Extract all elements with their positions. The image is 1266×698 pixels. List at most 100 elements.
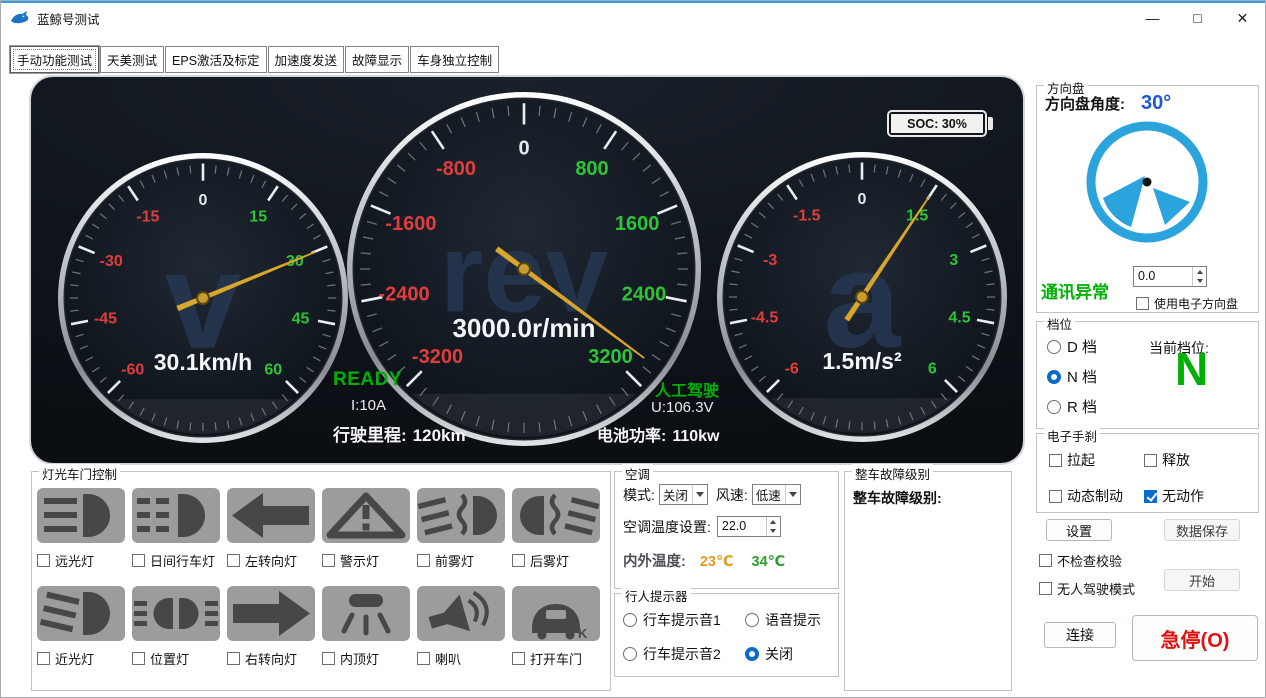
low-beam-button[interactable] bbox=[37, 586, 125, 641]
skip-verification-checkbox[interactable] bbox=[1039, 554, 1052, 567]
radio-icon[interactable] bbox=[745, 613, 759, 627]
right-turn-option[interactable]: 右转向灯 bbox=[227, 649, 297, 668]
skip-verification-option[interactable]: 不检查校验 bbox=[1039, 551, 1122, 570]
handbrake-checkbox[interactable] bbox=[1144, 490, 1157, 503]
handbrake-option-2[interactable]: 动态制动 bbox=[1049, 486, 1144, 506]
light-label: 后雾灯 bbox=[530, 551, 569, 570]
tab-3[interactable]: 加速度发送 bbox=[268, 46, 345, 73]
maximize-icon[interactable]: □ bbox=[1175, 3, 1220, 33]
connect-button[interactable]: 连接 bbox=[1044, 622, 1116, 648]
open-door-checkbox[interactable] bbox=[512, 652, 525, 665]
radio-icon[interactable] bbox=[623, 613, 637, 627]
handbrake-option-0[interactable]: 拉起 bbox=[1049, 450, 1144, 470]
daytime-running-light-checkbox[interactable] bbox=[132, 554, 145, 567]
svg-text:-800: -800 bbox=[436, 158, 476, 180]
ac-temp-input[interactable]: 22.0 bbox=[717, 516, 781, 537]
emergency-stop-button[interactable]: 急停(O) bbox=[1132, 615, 1258, 661]
handbrake-option-3[interactable]: 无动作 bbox=[1144, 486, 1250, 506]
dome-light-option[interactable]: 内顶灯 bbox=[322, 649, 379, 668]
radio-icon[interactable] bbox=[623, 647, 637, 661]
horn-checkbox[interactable] bbox=[417, 652, 430, 665]
left-turn-option[interactable]: 左转向灯 bbox=[227, 551, 297, 570]
front-fog-checkbox[interactable] bbox=[417, 554, 430, 567]
settings-button[interactable]: 设置 bbox=[1046, 519, 1112, 541]
spinner-buttons bbox=[766, 517, 780, 536]
radio-icon[interactable] bbox=[1047, 340, 1061, 354]
gear-option-2[interactable]: R 档 bbox=[1047, 396, 1097, 417]
steering-group: 方向盘 方向盘角度: 30° 通讯异常 0.0 使用电子方向盘 bbox=[1036, 85, 1259, 313]
ac-fan-select[interactable]: 低速 bbox=[752, 484, 801, 505]
high-beam-button[interactable] bbox=[37, 488, 125, 543]
spin-down-icon[interactable] bbox=[1193, 277, 1206, 287]
mileage-label: 行驶里程: bbox=[333, 426, 407, 445]
front-fog-button[interactable] bbox=[417, 488, 505, 543]
low-beam-option[interactable]: 近光灯 bbox=[37, 649, 94, 668]
handbrake-option-1[interactable]: 释放 bbox=[1144, 450, 1250, 470]
ac-mode-select[interactable]: 关闭 bbox=[659, 484, 708, 505]
tab-0[interactable]: 手动功能测试 bbox=[10, 46, 99, 73]
close-icon[interactable]: ✕ bbox=[1220, 3, 1265, 33]
radio-icon[interactable] bbox=[1047, 400, 1061, 414]
handbrake-checkbox[interactable] bbox=[1049, 454, 1062, 467]
horn-option[interactable]: 喇叭 bbox=[417, 649, 461, 668]
pedestrian-option-3[interactable]: 关闭 bbox=[745, 644, 821, 664]
position-light-checkbox[interactable] bbox=[132, 652, 145, 665]
handbrake-checkbox[interactable] bbox=[1144, 454, 1157, 467]
spin-up-icon[interactable] bbox=[1193, 267, 1206, 277]
use-electronic-steering-label: 使用电子方向盘 bbox=[1154, 295, 1238, 312]
hazard-warning-option[interactable]: 警示灯 bbox=[322, 551, 379, 570]
dome-light-button[interactable] bbox=[322, 586, 410, 641]
pedestrian-option-label: 行车提示音2 bbox=[643, 644, 721, 664]
daytime-running-light-option[interactable]: 日间行车灯 bbox=[132, 551, 215, 570]
right-turn-checkbox[interactable] bbox=[227, 652, 240, 665]
right-turn-button[interactable] bbox=[227, 586, 315, 641]
high-beam-option[interactable]: 远光灯 bbox=[37, 551, 94, 570]
high-beam-checkbox[interactable] bbox=[37, 554, 50, 567]
tab-5[interactable]: 车身独立控制 bbox=[410, 46, 499, 73]
horn-icon bbox=[417, 586, 505, 641]
minimize-icon[interactable]: — bbox=[1130, 3, 1175, 33]
handbrake-checkbox[interactable] bbox=[1049, 490, 1062, 503]
tab-4[interactable]: 故障显示 bbox=[345, 46, 409, 73]
open-door-button[interactable]: K bbox=[512, 586, 600, 641]
gear-option-0[interactable]: D 档 bbox=[1047, 336, 1097, 357]
pedestrian-option-1[interactable]: 语音提示 bbox=[745, 610, 821, 630]
driverless-mode-option[interactable]: 无人驾驶模式 bbox=[1039, 579, 1135, 598]
svg-text:-15: -15 bbox=[136, 209, 159, 226]
horn-button[interactable] bbox=[417, 586, 505, 641]
gear-option-1[interactable]: N 档 bbox=[1047, 366, 1097, 387]
rear-fog-checkbox[interactable] bbox=[512, 554, 525, 567]
front-fog-option[interactable]: 前雾灯 bbox=[417, 551, 474, 570]
low-beam-checkbox[interactable] bbox=[37, 652, 50, 665]
rear-fog-button[interactable] bbox=[512, 488, 600, 543]
hazard-warning-button[interactable] bbox=[322, 488, 410, 543]
light-cell-0: 远光灯 bbox=[37, 488, 132, 570]
position-light-option[interactable]: 位置灯 bbox=[132, 649, 189, 668]
left-turn-checkbox[interactable] bbox=[227, 554, 240, 567]
tab-1[interactable]: 天美测试 bbox=[100, 46, 164, 73]
position-light-button[interactable] bbox=[132, 586, 220, 641]
svg-text:3: 3 bbox=[949, 252, 958, 269]
hazard-warning-checkbox[interactable] bbox=[322, 554, 335, 567]
pedestrian-option-0[interactable]: 行车提示音1 bbox=[623, 610, 745, 630]
spin-down-icon[interactable] bbox=[767, 527, 780, 537]
tab-2[interactable]: EPS激活及标定 bbox=[165, 46, 267, 73]
radio-icon[interactable] bbox=[1047, 370, 1061, 384]
dome-light-checkbox[interactable] bbox=[322, 652, 335, 665]
pedestrian-option-2[interactable]: 行车提示音2 bbox=[623, 644, 745, 664]
start-button[interactable]: 开始 bbox=[1164, 569, 1240, 591]
spin-up-icon[interactable] bbox=[767, 517, 780, 527]
use-electronic-steering-option[interactable]: 使用电子方向盘 bbox=[1136, 295, 1238, 312]
open-door-option[interactable]: 打开车门 bbox=[512, 649, 582, 668]
steering-angle-input[interactable]: 0.0 bbox=[1133, 266, 1207, 287]
rear-fog-option[interactable]: 后雾灯 bbox=[512, 551, 569, 570]
data-save-button[interactable]: 数据保存 bbox=[1164, 519, 1240, 541]
driverless-mode-checkbox[interactable] bbox=[1039, 582, 1052, 595]
use-electronic-steering-checkbox[interactable] bbox=[1136, 297, 1149, 310]
daytime-running-light-button[interactable] bbox=[132, 488, 220, 543]
light-cell-3: 警示灯 bbox=[322, 488, 417, 570]
left-turn-button[interactable] bbox=[227, 488, 315, 543]
radio-icon[interactable] bbox=[745, 647, 759, 661]
dome-light-icon bbox=[322, 586, 410, 641]
steering-wheel-icon bbox=[1077, 112, 1217, 252]
